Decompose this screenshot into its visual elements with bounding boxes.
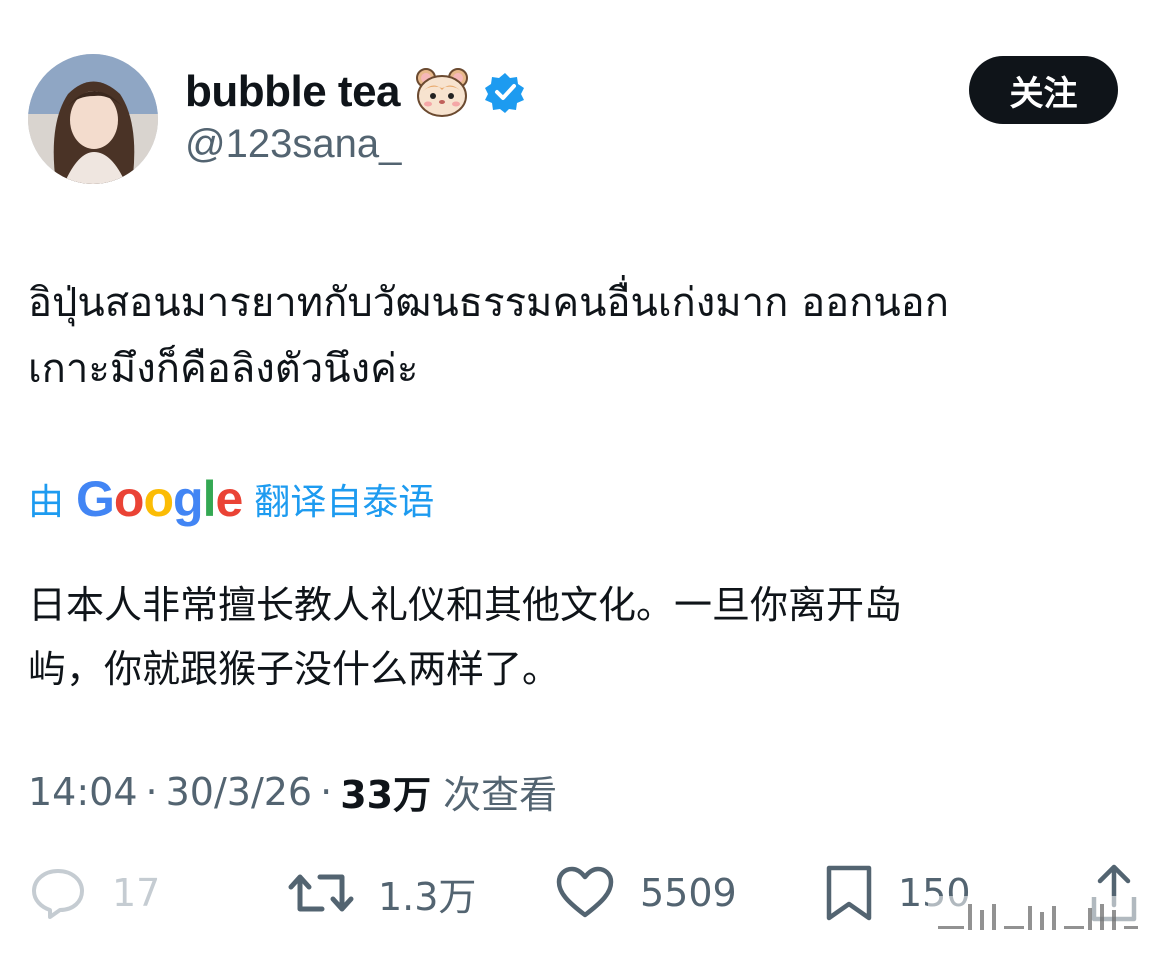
like-button[interactable]: 5509	[554, 858, 737, 928]
tweet-date[interactable]: 30/3/26	[166, 770, 313, 814]
like-count: 5509	[640, 871, 737, 915]
meta-separator: ·	[145, 769, 158, 814]
retweet-count: 1.3万	[378, 874, 477, 919]
follow-button[interactable]: 关注	[969, 56, 1118, 124]
translated-text-line-1: 日本人非常擅长教人礼仪和其他文化。一旦你离开岛	[28, 583, 903, 627]
platform-watermark	[928, 896, 1144, 938]
avatar-image	[28, 54, 158, 184]
verified-badge-icon[interactable]	[484, 71, 526, 113]
watermark-bars-icon	[928, 896, 1144, 938]
hamster-face-icon	[414, 66, 470, 118]
reply-icon	[32, 869, 84, 919]
translation-attribution[interactable]: 由 Google 翻译自泰语	[28, 470, 434, 528]
translated-text-line-2: 屿，你就跟猴子没什么两样了。	[28, 647, 561, 691]
meta-separator: ·	[320, 769, 333, 814]
reply-button[interactable]: 17	[28, 858, 160, 928]
translate-suffix: 翻译自泰语	[254, 482, 435, 523]
retweet-button[interactable]: 1.3万	[288, 858, 476, 928]
display-name[interactable]: bubble tea	[185, 67, 401, 117]
user-handle[interactable]: @123sana_	[185, 122, 401, 167]
translate-prefix: 由	[28, 482, 65, 523]
views-label: 次查看	[443, 773, 558, 817]
tweet-meta: 14:04 · 30/3/26 · 33万 次查看	[28, 764, 557, 819]
reply-count: 17	[112, 871, 161, 915]
user-name-row: bubble tea	[185, 64, 526, 120]
tweet-time[interactable]: 14:04	[28, 770, 138, 814]
retweet-icon	[288, 874, 354, 912]
google-logo: Google	[76, 471, 243, 527]
heart-icon	[556, 866, 614, 918]
tweet-text-line-2: เกาะมึงก็คือลิงตัวนึงค่ะ	[28, 346, 419, 392]
bookmark-icon	[826, 865, 872, 921]
avatar[interactable]	[28, 54, 158, 184]
views-count: 33万	[340, 773, 432, 817]
tweet-text-line-1: อิปุ่นสอนมารยาทกับวัฒนธรรมคนอื่นเก่งมาก …	[28, 280, 949, 326]
